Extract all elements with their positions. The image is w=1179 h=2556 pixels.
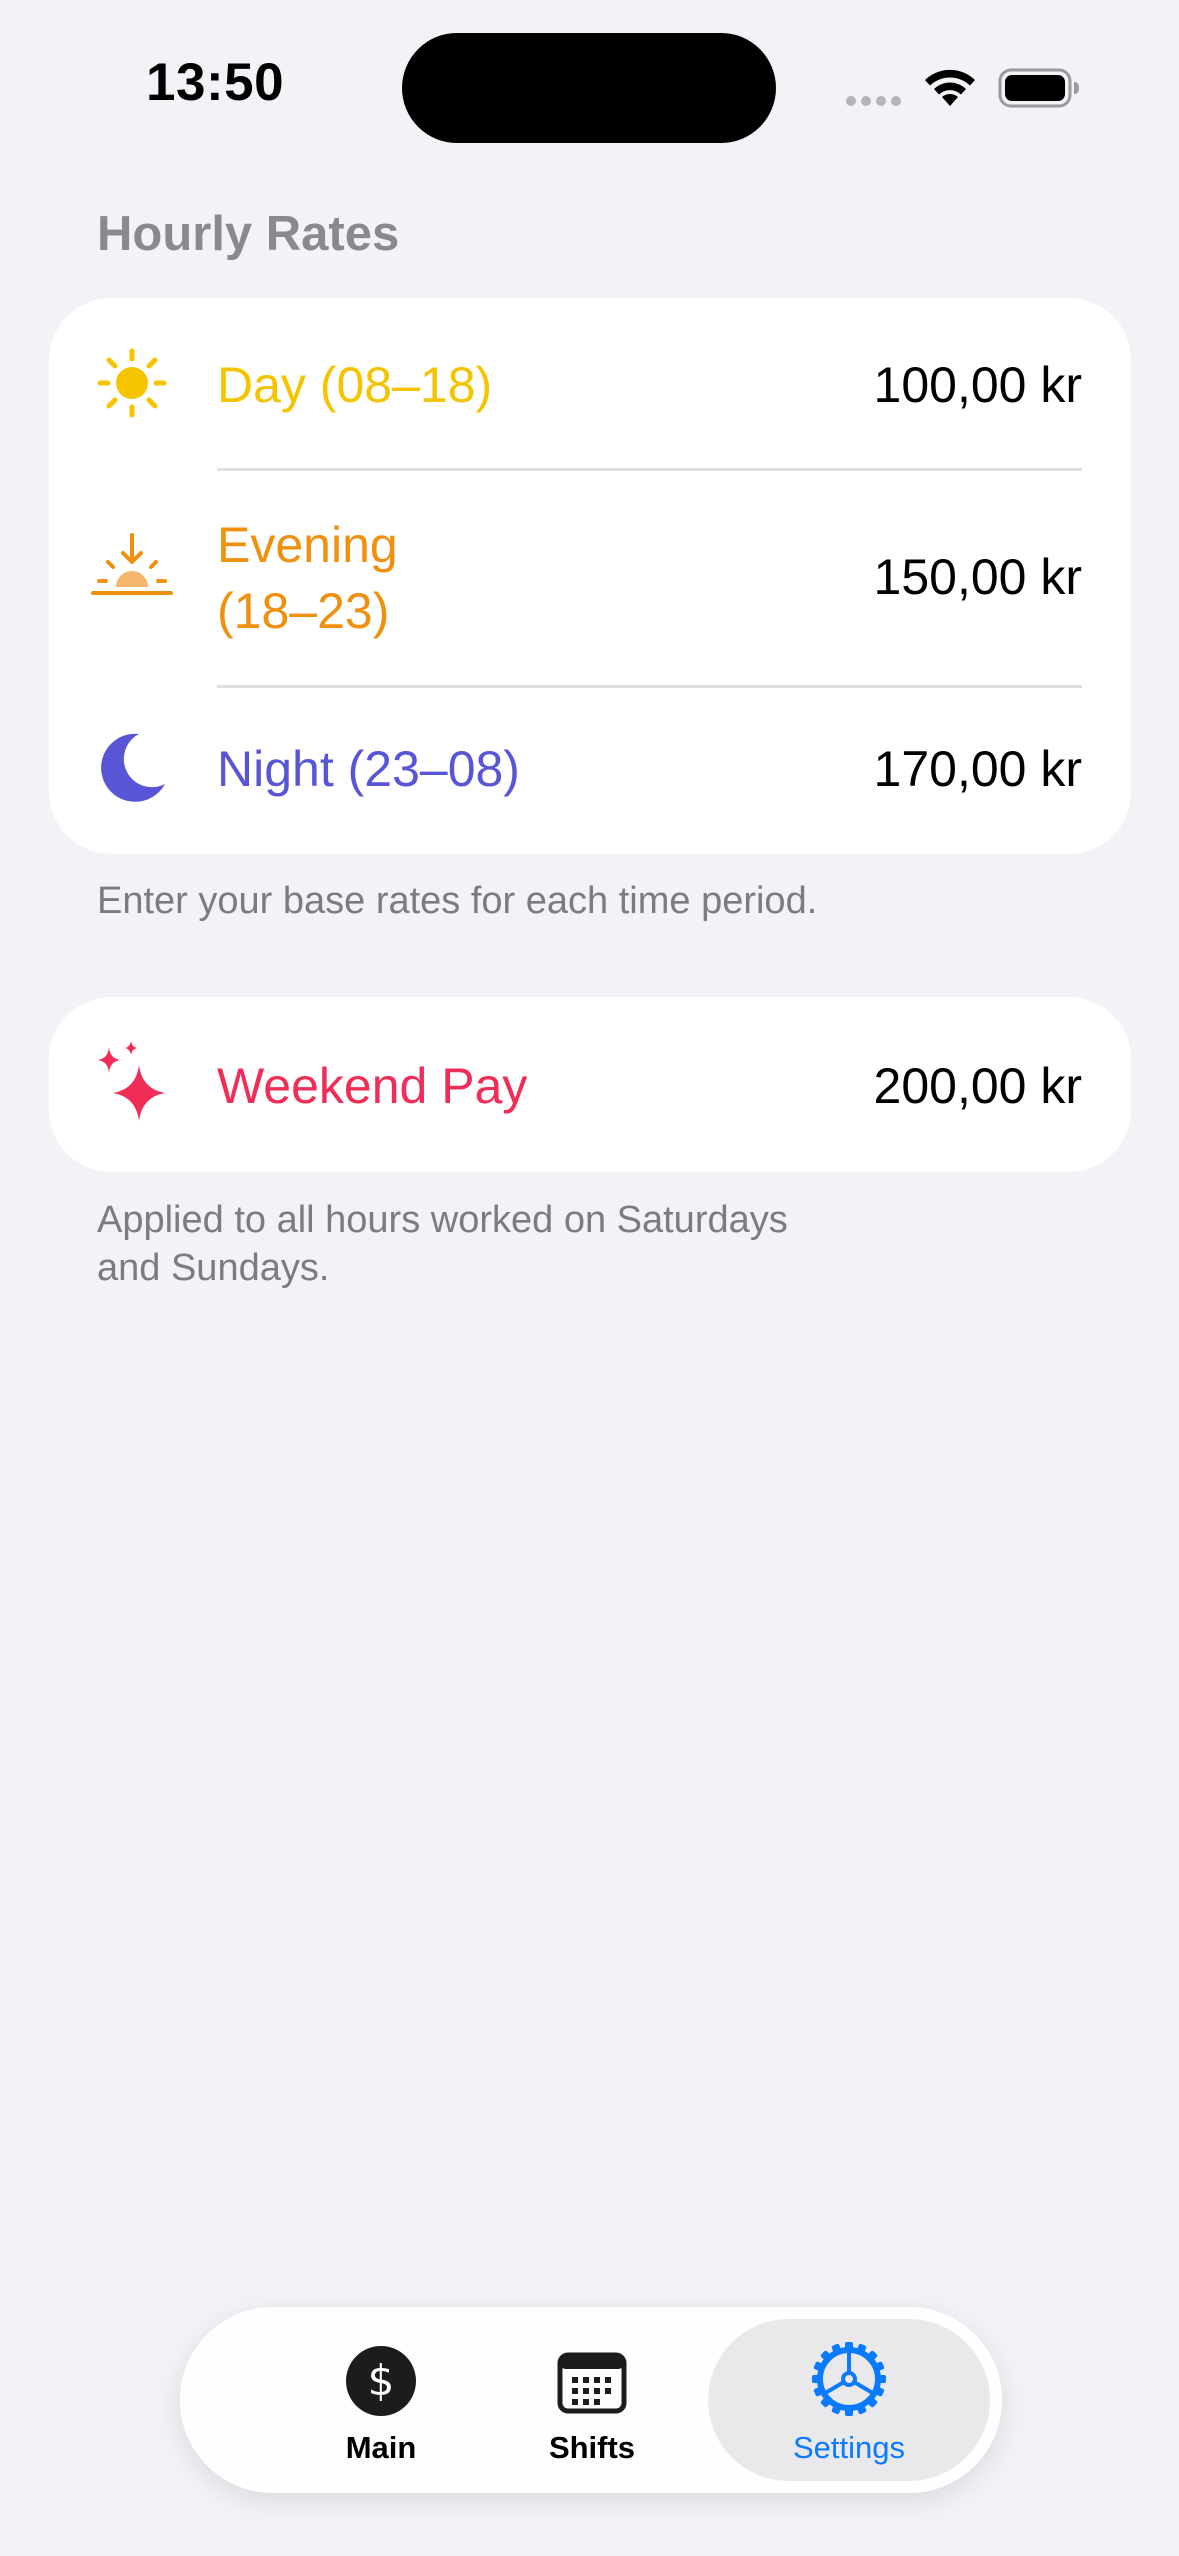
weekend-footer-line1: Applied to all hours worked on Saturdays <box>97 1199 788 1241</box>
hourly-rates-card: Day (08–18) 100,00 kr Evening (18–23) 15… <box>49 298 1131 854</box>
rate-label-night: Night (23–08) <box>217 741 520 797</box>
tab-settings[interactable]: Settings <box>708 2319 990 2481</box>
rate-label-evening-line2: (18–23) <box>217 583 390 639</box>
tab-bar: $ Main Shifts Settings <box>180 2307 1002 2493</box>
weekend-footer: Applied to all hours worked on Saturdays… <box>97 1196 788 1292</box>
rate-value-day[interactable]: 100,00 kr <box>874 356 1082 414</box>
weekend-pay-label: Weekend Pay <box>217 1058 528 1114</box>
sun-icon <box>97 348 167 418</box>
status-time: 13:50 <box>146 53 285 112</box>
weekend-pay-value[interactable]: 200,00 kr <box>874 1057 1082 1115</box>
sunset-icon <box>91 533 173 595</box>
tab-label-shifts: Shifts <box>548 2430 636 2465</box>
section-header-hourly-rates: Hourly Rates <box>97 207 400 261</box>
rate-label-evening-line1: Evening <box>217 517 398 573</box>
rate-row-day[interactable]: Day (08–18) 100,00 kr <box>49 298 1131 468</box>
calendar-icon <box>557 2352 627 2414</box>
rate-label-day: Day (08–18) <box>217 357 493 413</box>
moon-icon <box>101 733 165 802</box>
rate-row-evening[interactable]: Evening (18–23) 150,00 kr <box>49 470 1131 682</box>
weekend-footer-line2: and Sundays. <box>97 1247 330 1289</box>
cellular-signal-icon <box>846 96 901 106</box>
tab-label-settings: Settings <box>792 2430 905 2465</box>
dynamic-island <box>402 33 776 143</box>
rate-row-night[interactable]: Night (23–08) 170,00 kr <box>49 688 1131 854</box>
tab-shifts[interactable]: Shifts <box>463 2319 721 2481</box>
battery-icon <box>998 68 1079 108</box>
svg-text:$: $ <box>368 2356 395 2405</box>
weekend-pay-card: Weekend Pay 200,00 kr <box>49 997 1131 1172</box>
rate-label-evening: Evening (18–23) <box>217 512 398 644</box>
rate-row-weekend[interactable]: Weekend Pay 200,00 kr <box>49 997 1131 1172</box>
dollar-circle-icon: $ <box>346 2346 416 2416</box>
rate-value-evening[interactable]: 150,00 kr <box>874 548 1082 606</box>
gear-icon <box>812 2342 886 2416</box>
hourly-rates-footer: Enter your base rates for each time peri… <box>97 880 818 922</box>
rate-value-night[interactable]: 170,00 kr <box>874 740 1082 798</box>
status-bar: 13:50 <box>0 0 1179 170</box>
wifi-icon <box>925 69 975 106</box>
sparkles-icon <box>97 1041 165 1121</box>
